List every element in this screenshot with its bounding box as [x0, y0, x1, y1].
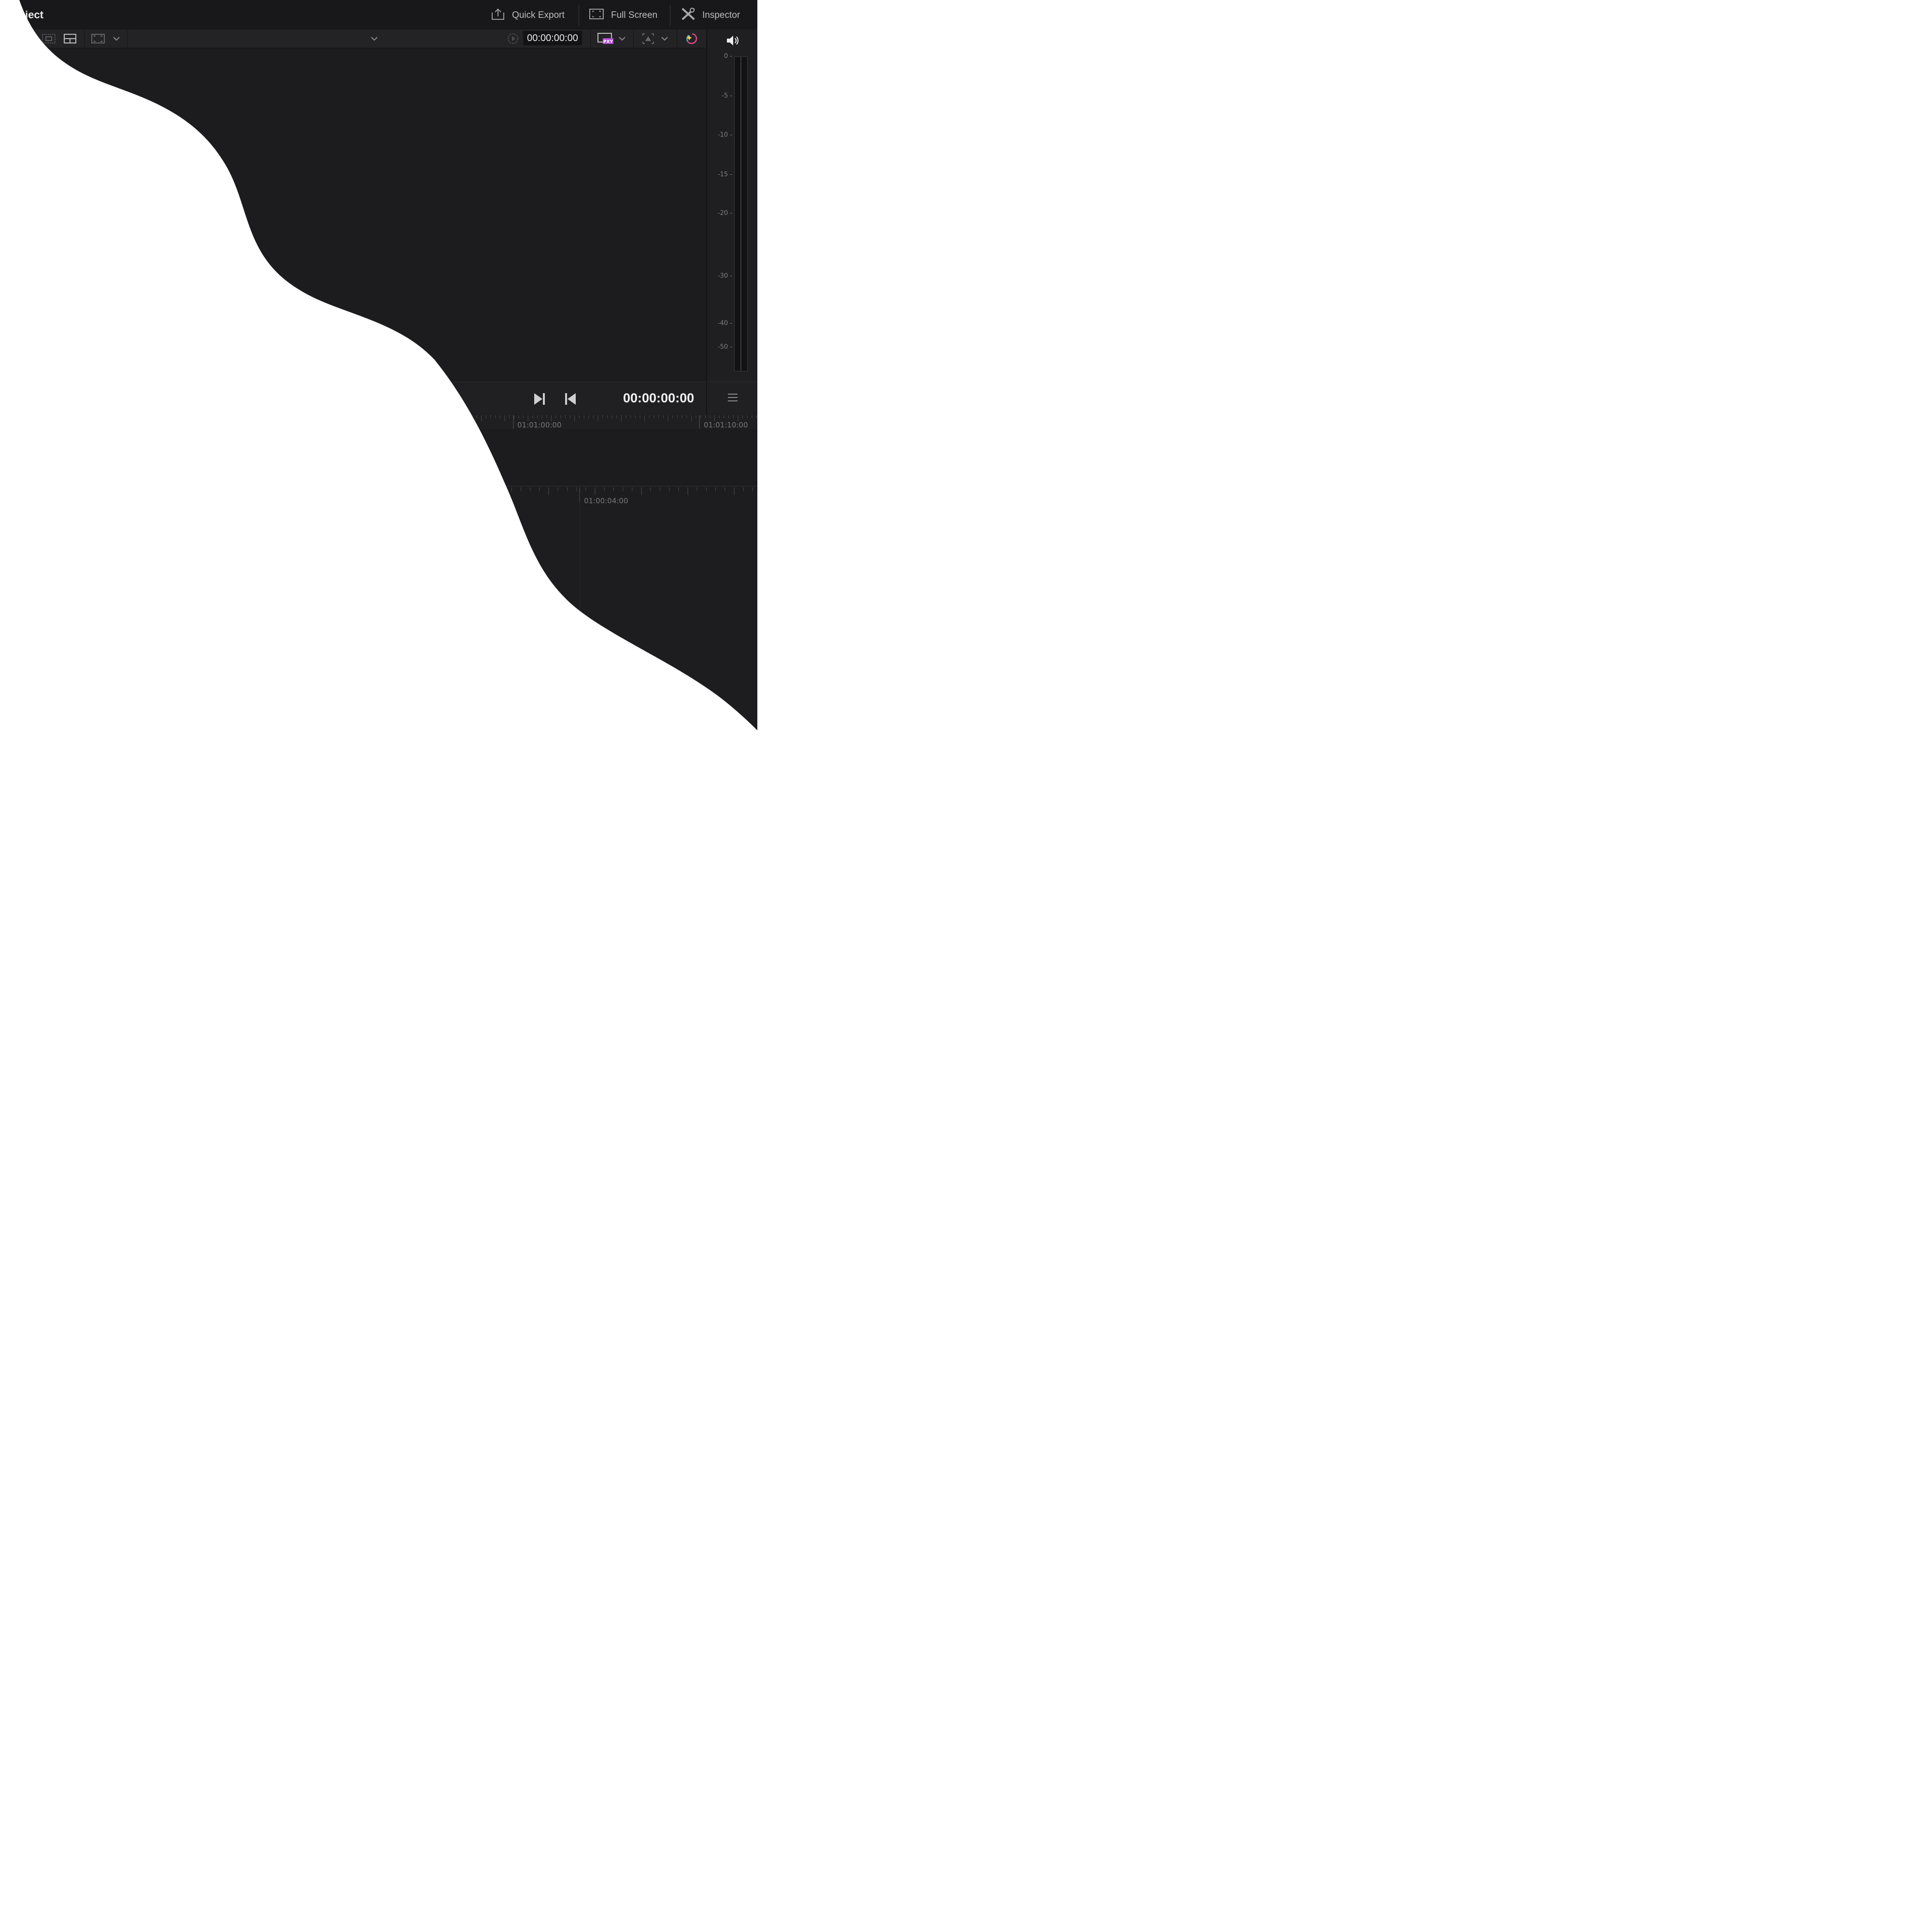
proxy-chevron-icon[interactable]: [616, 29, 628, 48]
lower-ruler-ticks: [0, 486, 757, 508]
clip-select-chevron-icon[interactable]: [368, 29, 381, 48]
playback-timecode: 00:00:00:00: [623, 391, 695, 405]
lower-timeline-ruler[interactable]: 01:00:04:00: [0, 486, 757, 508]
safe-area-icon[interactable]: [41, 29, 57, 48]
proxy-badge-text: PXY: [603, 40, 613, 44]
meter-bar-right: [741, 57, 748, 371]
viewer-canvas[interactable]: [0, 48, 706, 382]
upper-tick-label: 01:01:00:00: [517, 421, 562, 429]
color-effects-icon[interactable]: [683, 29, 701, 48]
transport-bar: 00:00:00:00: [0, 382, 706, 415]
layout-icon[interactable]: [62, 29, 78, 48]
next-clip-icon[interactable]: [533, 392, 546, 409]
meter-label-15: -15 -: [717, 171, 732, 178]
transform-icon[interactable]: [639, 29, 657, 48]
upper-timeline-track[interactable]: [0, 429, 757, 486]
proxy-icon[interactable]: PXY: [596, 29, 614, 48]
chevron-down-icon[interactable]: [110, 29, 123, 48]
meter-label-5: -5 -: [722, 92, 732, 99]
lower-timeline-track[interactable]: [0, 508, 757, 757]
transform-chevron-icon[interactable]: [659, 29, 670, 48]
meter-label-30: -30 -: [717, 272, 732, 280]
meter-label-10: -10 -: [717, 131, 732, 139]
full-screen-label: Full Screen: [611, 10, 658, 20]
meter-label-20: -20 -: [717, 210, 732, 217]
inspector-label: Inspector: [702, 10, 740, 20]
options-menu-button[interactable]: [706, 382, 758, 415]
app-window: roject Quick Export Full Screen Inspecto…: [0, 0, 757, 757]
export-icon: [491, 8, 505, 23]
upper-ruler-ticks: [0, 414, 757, 429]
top-bar: roject Quick Export Full Screen Inspecto…: [0, 0, 757, 30]
speaker-icon[interactable]: [725, 34, 740, 49]
audio-meter-panel: 0 - -5 - -10 - -15 - -20 - -30 - -40 - -…: [706, 29, 758, 382]
lower-tick-label: 01:00:04:00: [584, 497, 628, 505]
viewer-size-icon[interactable]: [89, 29, 107, 48]
viewer-toolbar: 00:00:00:00 PXY: [0, 29, 706, 48]
upper-timeline-ruler[interactable]: 01:01:00:00 01:01:10:00: [0, 414, 757, 429]
playback-speed-icon[interactable]: [505, 29, 521, 48]
inspector-icon: [681, 7, 696, 24]
meter-label-0: 0 -: [724, 53, 732, 60]
full-screen-button[interactable]: Full Screen: [589, 7, 657, 24]
inspector-button[interactable]: Inspector: [681, 7, 740, 24]
meter-label-50: -50 -: [717, 343, 732, 351]
meter-label-40: -40 -: [717, 320, 732, 327]
previous-clip-icon[interactable]: [564, 392, 577, 409]
fullscreen-icon: [589, 8, 604, 23]
quick-export-button[interactable]: Quick Export: [491, 7, 565, 24]
upper-tick-label: 01:01:10:00: [704, 421, 748, 429]
viewer-timecode[interactable]: 00:00:00:00: [523, 31, 582, 45]
project-title: roject: [14, 9, 43, 21]
menu-icon: [727, 393, 739, 405]
meter-bar-left: [734, 57, 741, 371]
quick-export-label: Quick Export: [512, 10, 565, 20]
